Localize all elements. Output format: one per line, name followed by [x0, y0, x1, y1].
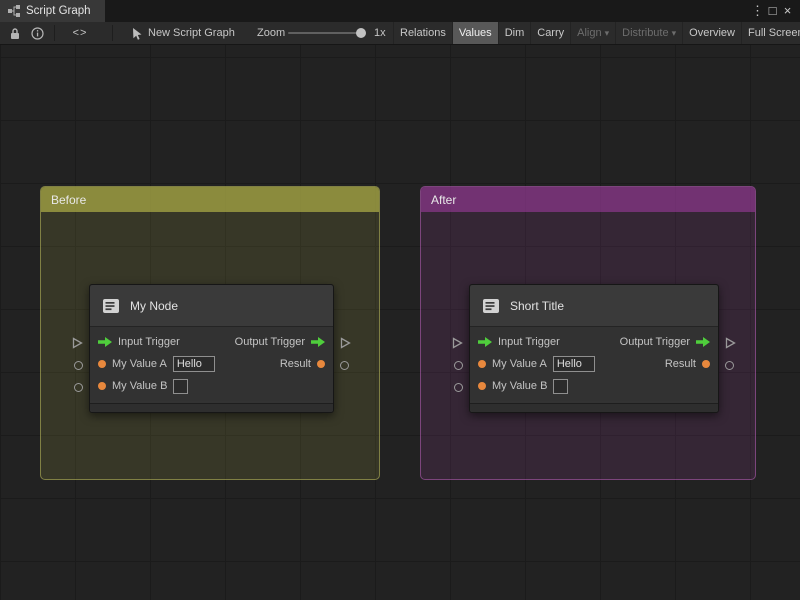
value-b-input[interactable] — [173, 378, 189, 394]
zoom-slider-track[interactable] — [288, 32, 366, 34]
zoom-label: Zoom — [257, 27, 286, 39]
chevron-down-icon: ▾ — [671, 27, 677, 38]
flow-arrow-icon — [98, 337, 112, 347]
output-trigger-label: Output Trigger — [234, 336, 305, 348]
value-a-row: My Value A Result — [470, 353, 718, 375]
window-controls: ⋮ □ × — [750, 0, 800, 22]
tab-bar: Script Graph ⋮ □ × — [0, 0, 800, 22]
lock-icon[interactable] — [6, 22, 24, 44]
chevron-down-icon: ▾ — [604, 27, 610, 38]
value-a-port[interactable] — [454, 361, 463, 370]
graph-name-label[interactable]: New Script Graph — [148, 22, 235, 44]
zoom-value: 1x — [374, 27, 386, 39]
value-port-icon — [317, 360, 325, 368]
value-port-icon — [702, 360, 710, 368]
menu-icon[interactable]: ⋮ — [750, 0, 765, 22]
flow-output-port[interactable] — [725, 337, 736, 349]
value-b-row: My Value B — [470, 375, 718, 397]
node-title: My Node — [130, 298, 179, 313]
dim-button[interactable]: Dim — [497, 22, 531, 44]
value-a-input[interactable] — [552, 356, 595, 372]
graph-canvas[interactable]: Before My Node Input Trigger Output Trig… — [0, 45, 800, 600]
zoom-slider-handle[interactable] — [356, 28, 366, 38]
node-port-rows: Input Trigger Output Trigger My Value A … — [90, 327, 333, 401]
input-trigger-label: Input Trigger — [118, 336, 180, 348]
flow-input-port[interactable] — [452, 337, 463, 349]
flow-input-port[interactable] — [72, 337, 83, 349]
align-button[interactable]: Align ▾ — [570, 22, 615, 44]
toolbar-divider — [54, 25, 55, 41]
graph-icon — [8, 5, 20, 17]
flow-output-port[interactable] — [340, 337, 351, 349]
maximize-icon[interactable]: □ — [765, 0, 780, 22]
node-short-title[interactable]: Short Title Input Trigger Output Trigger — [452, 284, 736, 413]
overview-button[interactable]: Overview — [682, 22, 741, 44]
fullscreen-button[interactable]: Full Screen — [740, 22, 800, 44]
value-b-row: My Value B — [90, 375, 333, 397]
input-trigger-label: Input Trigger — [498, 336, 560, 348]
graph-toolbar: <> New Script Graph Zoom 1x Relations Va… — [0, 22, 800, 45]
node-header[interactable]: Short Title — [470, 285, 718, 327]
distribute-button[interactable]: Distribute ▾ — [615, 22, 682, 44]
script-graph-window: Script Graph ⋮ □ × <> New Script Graph Z… — [0, 0, 800, 600]
value-port-icon — [98, 360, 106, 368]
group-title: Before — [51, 192, 87, 207]
tab-title: Script Graph — [26, 5, 91, 17]
close-icon[interactable]: × — [780, 0, 795, 22]
values-button[interactable]: Values — [451, 22, 498, 44]
flow-arrow-icon — [478, 337, 492, 347]
tab-script-graph[interactable]: Script Graph — [0, 0, 105, 22]
value-a-label: My Value A — [112, 358, 167, 370]
value-a-label: My Value A — [492, 358, 547, 370]
value-b-label: My Value B — [112, 380, 168, 392]
value-port-icon — [478, 360, 486, 368]
node-footer — [470, 403, 718, 412]
trigger-row: Input Trigger Output Trigger — [470, 331, 718, 353]
result-port[interactable] — [340, 361, 349, 370]
value-port-icon — [98, 382, 106, 390]
result-label: Result — [664, 358, 696, 370]
node-my-node[interactable]: My Node Input Trigger Output Trigger My … — [72, 284, 351, 413]
node-port-rows: Input Trigger Output Trigger My Value A … — [470, 327, 718, 401]
unit-icon — [100, 295, 122, 317]
group-title: After — [431, 192, 457, 207]
toolbar-divider — [112, 25, 113, 41]
value-a-port[interactable] — [74, 361, 83, 370]
group-header[interactable]: Before — [41, 187, 379, 212]
unit-icon — [480, 295, 502, 317]
group-header[interactable]: After — [421, 187, 755, 212]
flow-arrow-icon — [311, 337, 325, 347]
node-header[interactable]: My Node — [90, 285, 333, 327]
value-a-input[interactable] — [172, 356, 215, 372]
align-label: Align — [577, 27, 602, 39]
value-b-port[interactable] — [454, 383, 463, 392]
group-before[interactable]: Before My Node Input Trigger Output Trig… — [40, 186, 380, 480]
flow-arrow-icon — [696, 337, 710, 347]
info-icon[interactable] — [28, 22, 46, 44]
result-label: Result — [279, 358, 311, 370]
toolbar-buttons: Relations Values Dim Carry Align ▾ Distr… — [393, 22, 800, 44]
node-footer — [90, 403, 333, 412]
value-a-row: My Value A Result — [90, 353, 333, 375]
carry-button[interactable]: Carry — [530, 22, 570, 44]
trigger-row: Input Trigger Output Trigger — [90, 331, 333, 353]
value-b-port[interactable] — [74, 383, 83, 392]
distribute-label: Distribute — [622, 27, 669, 39]
output-trigger-label: Output Trigger — [619, 336, 690, 348]
code-view-icon[interactable]: <> — [62, 22, 98, 44]
group-after[interactable]: After Short Title Input Trigger Output T… — [420, 186, 756, 480]
value-port-icon — [478, 382, 486, 390]
relations-button[interactable]: Relations — [393, 22, 452, 44]
result-port[interactable] — [725, 361, 734, 370]
value-b-input[interactable] — [553, 378, 569, 394]
value-b-label: My Value B — [492, 380, 548, 392]
graph-cursor-icon — [130, 22, 144, 44]
node-title: Short Title — [510, 298, 565, 313]
